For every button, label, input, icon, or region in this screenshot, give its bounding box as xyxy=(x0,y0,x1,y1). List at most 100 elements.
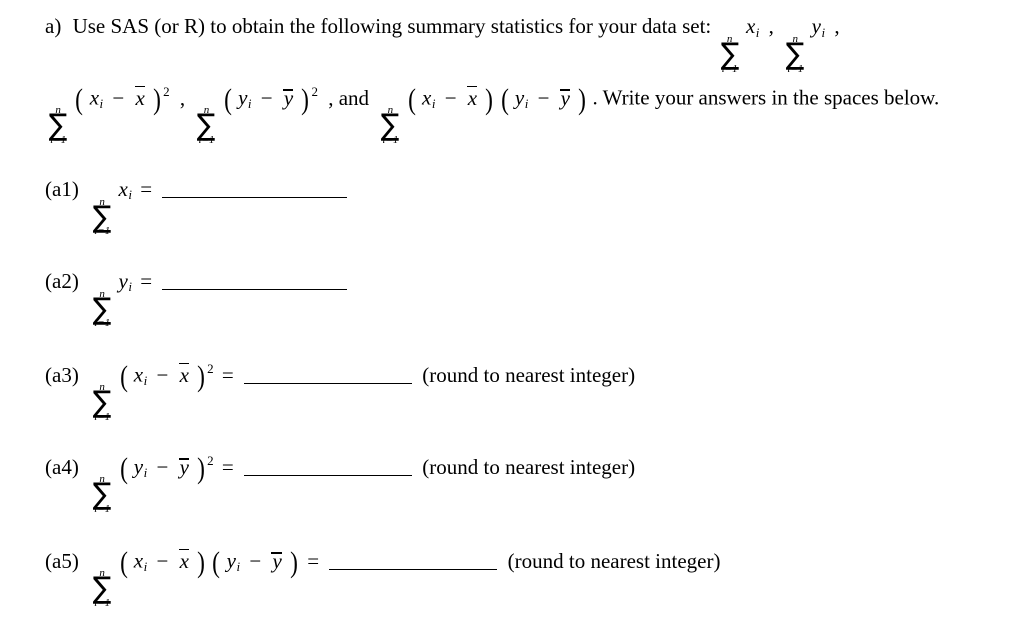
variable-y: y xyxy=(226,548,236,573)
exponent-2: 2 xyxy=(207,361,214,377)
index-i: i xyxy=(128,279,132,295)
x-bar: x xyxy=(179,362,189,387)
variable-y: y xyxy=(811,14,821,38)
variable-x: x xyxy=(133,548,144,573)
sigma-icon: ∑ xyxy=(197,108,216,144)
index-i: i xyxy=(524,96,529,112)
item-label-a3: (a3) xyxy=(45,362,79,387)
intro-comma-3: , xyxy=(179,85,186,110)
paren-open: ( xyxy=(119,360,128,393)
summation-symbol: n ∑ i=1 xyxy=(92,288,112,330)
index-i: i xyxy=(755,24,760,40)
intro-and-text: , and xyxy=(328,85,370,110)
x-bar: x xyxy=(467,85,478,110)
rounding-note-a5: (round to nearest integer) xyxy=(507,548,721,573)
item-label-a4: (a4) xyxy=(45,454,79,479)
paren-close: ) xyxy=(290,546,298,579)
paren-close: ) xyxy=(197,360,206,393)
paren-open: ( xyxy=(119,546,128,579)
variable-y: y xyxy=(514,85,525,110)
answer-item-a2: (a2) n ∑ i=1 yi = xyxy=(45,269,350,329)
sigma-icon: ∑ xyxy=(92,571,112,607)
item-label-a2: (a2) xyxy=(45,268,79,293)
variable-y: y xyxy=(238,85,248,110)
variable-y: y xyxy=(118,268,128,293)
intro-text: Use SAS (or R) to obtain the following s… xyxy=(72,14,712,38)
summation-symbol: n ∑ i=1 xyxy=(380,105,400,146)
sigma-icon: ∑ xyxy=(92,385,112,421)
minus-operator: − xyxy=(156,362,169,387)
rounding-note-a3: (round to nearest integer) xyxy=(422,362,636,387)
equals-sign: = xyxy=(140,176,153,201)
index-i: i xyxy=(821,24,826,40)
answer-blank-a1[interactable] xyxy=(162,177,348,198)
summation-symbol: n ∑ i=1 xyxy=(92,382,112,423)
summation-symbol: n ∑ i=1 xyxy=(196,105,216,146)
part-label: a) xyxy=(45,14,62,38)
paren-open: ( xyxy=(223,83,232,116)
x-bar: x xyxy=(135,85,145,110)
minus-operator: − xyxy=(249,548,262,573)
minus-operator: − xyxy=(537,85,550,110)
index-i: i xyxy=(247,96,252,112)
paren-open: ( xyxy=(407,83,416,116)
variable-x: x xyxy=(133,362,144,387)
equals-sign: = xyxy=(140,268,153,293)
summation-symbol: n ∑ i=1 xyxy=(92,196,112,238)
question-intro-line-1: a) Use SAS (or R) to obtain the followin… xyxy=(45,16,843,75)
answer-blank-a2[interactable] xyxy=(162,269,348,290)
answer-blank-a5[interactable] xyxy=(329,549,498,570)
variable-x: x xyxy=(118,176,128,201)
equals-sign: = xyxy=(221,362,234,387)
index-i: i xyxy=(128,187,132,203)
paren-open: ( xyxy=(75,83,84,116)
intro-comma-2: , xyxy=(834,14,840,38)
equals-sign: = xyxy=(307,548,320,573)
sigma-icon: ∑ xyxy=(381,108,400,144)
minus-operator: − xyxy=(260,85,273,110)
index-i: i xyxy=(143,465,148,481)
answer-item-a4: (a4) n ∑ i=1 ( yi − y ) 2 = (round to nea… xyxy=(45,454,635,515)
y-bar: y xyxy=(283,85,294,110)
sigma-icon: ∑ xyxy=(720,36,739,72)
paren-open: ( xyxy=(212,546,221,579)
variable-y: y xyxy=(133,454,144,479)
minus-operator: − xyxy=(444,85,457,110)
paren-close: ) xyxy=(197,452,206,485)
worksheet-page: a) Use SAS (or R) to obtain the followin… xyxy=(0,0,1024,632)
index-i: i xyxy=(99,96,104,112)
summation-symbol: n ∑ i=1 xyxy=(48,105,68,146)
paren-close: ) xyxy=(301,83,310,116)
answer-blank-a4[interactable] xyxy=(244,455,412,476)
item-label-a5: (a5) xyxy=(45,548,79,573)
sigma-icon: ∑ xyxy=(48,108,68,144)
sigma-icon: ∑ xyxy=(92,477,112,513)
paren-open: ( xyxy=(119,452,128,485)
summation-symbol: n ∑ i=1 xyxy=(92,474,112,515)
index-i: i xyxy=(143,559,148,575)
intro-closing-text: . Write your answers in the spaces below… xyxy=(592,85,940,110)
minus-operator: − xyxy=(112,85,125,110)
sigma-icon: ∑ xyxy=(92,199,112,235)
y-bar: y xyxy=(560,85,570,110)
answer-item-a3: (a3) n ∑ i=1 ( xi − x ) 2 = (round to nea… xyxy=(45,362,635,423)
x-bar: x xyxy=(179,548,189,573)
intro-comma-1: , xyxy=(768,14,774,38)
paren-close: ) xyxy=(197,546,206,579)
variable-x: x xyxy=(421,85,432,110)
answer-blank-a3[interactable] xyxy=(244,363,412,384)
sigma-icon: ∑ xyxy=(785,36,805,72)
paren-open: ( xyxy=(500,83,509,116)
index-i: i xyxy=(431,96,436,112)
variable-x: x xyxy=(745,14,756,38)
summation-symbol: n ∑ i=1 xyxy=(92,568,112,609)
exponent-2: 2 xyxy=(207,453,214,469)
paren-close: ) xyxy=(578,83,587,116)
minus-operator: − xyxy=(156,548,169,573)
answer-item-a1: (a1) n ∑ i=1 xi = xyxy=(45,177,350,237)
question-intro-line-2: n ∑ i=1 ( xi − x ) 2 , n ∑ i=1 ( yi − y )… xyxy=(45,85,939,146)
sigma-icon: ∑ xyxy=(92,291,112,327)
index-i: i xyxy=(236,559,241,575)
paren-close: ) xyxy=(153,83,161,116)
equals-sign: = xyxy=(221,454,234,479)
